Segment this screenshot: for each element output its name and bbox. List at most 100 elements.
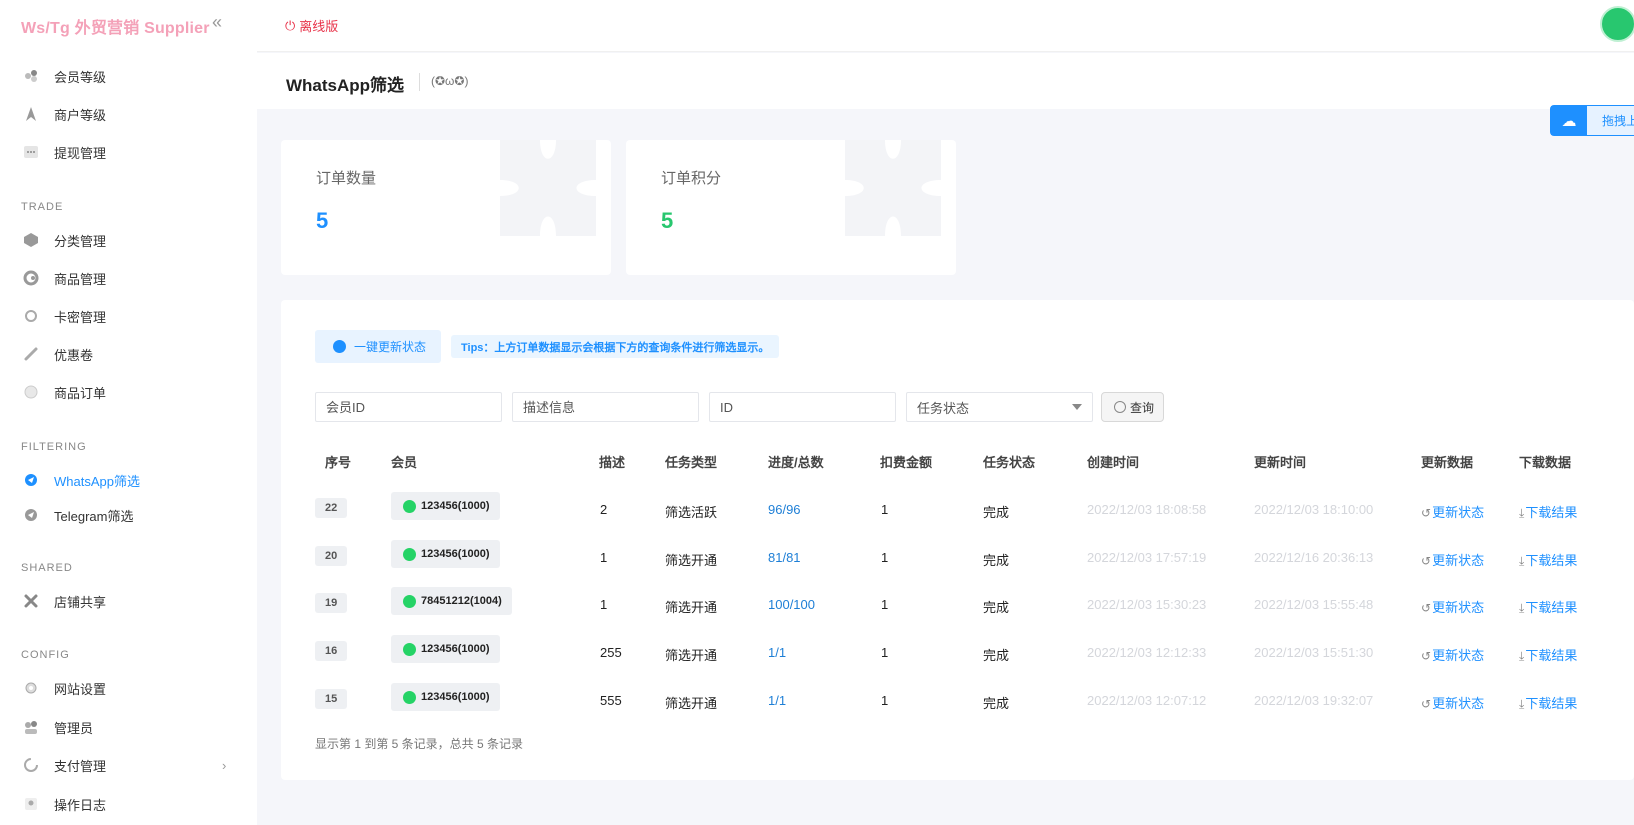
download-icon: ⤓ [1519,649,1525,663]
sidebar-item-coupons[interactable]: 优惠卷 [0,339,257,369]
chevron-right-icon: › [222,757,227,773]
update-status-label: 更新状态 [1432,600,1485,615]
download-result-label: 下载结果 [1525,648,1578,663]
whatsapp-icon [403,594,416,608]
offline-label: 离线版 [299,19,339,34]
row-progress: 1/1 [768,693,787,708]
section-trade: TRADE [21,201,64,213]
refresh-icon [23,270,39,286]
row-id: 16 [315,641,348,661]
drag-upload-button[interactable]: ☁ 拖拽上 [1550,105,1634,136]
avatar[interactable] [1600,6,1634,42]
row-id: 15 [315,689,348,709]
rocket-icon [23,106,39,122]
sidebar-item-label: 支付管理 [54,758,107,774]
table-row: 20 123456(1000) 1 筛选开通 81/81 1 完成 2022/1… [281,535,1634,583]
sidebar-item-label: 卡密管理 [54,309,107,325]
download-result-link[interactable]: ⤓下载结果 [1519,597,1577,616]
sidebar-item-admins[interactable]: 管理员 [0,712,257,742]
member-badge: 123456(1000) [391,683,500,711]
sidebar-item-member-level[interactable]: 会员等级 [0,61,257,91]
download-result-link[interactable]: ⤓下载结果 [1519,693,1577,712]
gear-icon [23,308,39,324]
query-label: 查询 [1130,400,1155,415]
row-created: 2022/12/03 12:07:12 [1087,693,1207,708]
sidebar-item-cardkeys[interactable]: 卡密管理 [0,301,257,331]
row-id: 19 [315,593,348,613]
download-result-link[interactable]: ⤓下载结果 [1519,550,1577,569]
update-all-status-button[interactable]: 一键更新状态 [315,330,441,363]
table-row: 15 123456(1000) 555 筛选开通 1/1 1 完成 2022/1… [281,678,1634,726]
task-status-select[interactable]: 任务状态 [906,392,1093,422]
column-header-desc: 描述 [599,455,626,470]
sidebar-item-payment[interactable]: 支付管理 › [0,750,257,780]
sidebar-item-products[interactable]: 商品管理 [0,263,257,293]
sidebar-item-merchant-level[interactable]: 商户等级 [0,99,257,129]
member-label: 123456(1000) [421,643,490,655]
collapse-sidebar-icon[interactable]: « [212,12,222,33]
update-status-label: 更新状态 [1432,505,1485,520]
update-status-link[interactable]: ↺更新状态 [1421,502,1484,521]
download-result-link[interactable]: ⤓下载结果 [1519,502,1577,521]
sidebar-item-shop-share[interactable]: 店铺共享 [0,586,257,616]
update-all-label: 一键更新状态 [354,340,427,354]
sidebar-item-category[interactable]: 分类管理 [0,225,257,255]
update-status-label: 更新状态 [1432,648,1485,663]
sidebar-item-withdraw[interactable]: 提现管理 [0,137,257,167]
download-result-label: 下载结果 [1525,696,1578,711]
stat-label: 订单数量 [316,170,377,187]
sidebar-item-whatsapp-filter[interactable]: WhatsApp筛选 [0,465,257,495]
column-header-progress: 进度/总数 [768,455,824,470]
row-desc: 255 [600,645,622,660]
member-label: 78451212(1004) [421,595,502,607]
query-button[interactable]: 查询 [1101,392,1164,422]
download-result-label: 下载结果 [1525,505,1578,520]
column-header-created: 创建时间 [1087,455,1140,470]
column-header-update-data: 更新数据 [1421,455,1474,470]
gear-icon [23,680,39,696]
sidebar-item-site-settings[interactable]: 网站设置 [0,673,257,703]
download-result-link[interactable]: ⤓下载结果 [1519,645,1577,664]
sidebar-item-telegram-filter[interactable]: Telegram筛选 [0,500,257,530]
row-fee: 1 [881,645,889,660]
column-header-download-data: 下载数据 [1519,455,1572,470]
undo-icon: ↺ [1421,697,1432,711]
sidebar-item-label: 店铺共享 [54,594,107,610]
row-updated: 2022/12/16 20:36:13 [1254,550,1374,565]
sidebar-item-label: 商品订单 [54,385,107,401]
sidebar-item-label: Telegram筛选 [54,508,134,524]
page-title: WhatsApp筛选 [286,76,405,95]
description-input[interactable] [512,392,699,422]
row-updated: 2022/12/03 18:10:00 [1254,502,1374,517]
row-fee: 1 [881,693,889,708]
titlebar: WhatsApp筛选 (✪ω✪) [257,53,1634,109]
download-icon: ⤓ [1519,506,1525,520]
title-divider [419,73,420,91]
column-header-index: 序号 [325,455,352,470]
update-status-link[interactable]: ↺更新状态 [1421,645,1484,664]
cube-icon [23,232,39,248]
whatsapp-icon [403,499,416,513]
whatsapp-icon [403,642,416,656]
row-id: 20 [315,546,348,566]
dots-icon [23,144,39,160]
row-updated: 2022/12/03 19:32:07 [1254,693,1374,708]
main-panel: 一键更新状态 Tips：上方订单数据显示会根据下方的查询条件进行筛选显示。 任务… [281,300,1634,780]
row-progress: 100/100 [768,597,815,612]
member-id-input[interactable] [315,392,502,422]
sidebar-item-label: 网站设置 [54,681,107,697]
row-id: 22 [315,498,348,518]
cross-icon [23,593,39,609]
row-progress: 1/1 [768,645,787,660]
update-status-link[interactable]: ↺更新状态 [1421,550,1484,569]
update-status-link[interactable]: ↺更新状态 [1421,693,1484,712]
sidebar-item-orders[interactable]: 商品订单 [0,377,257,407]
update-status-link[interactable]: ↺更新状态 [1421,597,1484,616]
id-input[interactable] [709,392,896,422]
stat-label: 订单积分 [661,170,722,187]
offline-badge[interactable]: ⏻ 离线版 [285,16,338,35]
member-label: 123456(1000) [421,500,490,512]
user-icon [23,796,39,812]
plug-icon: ⏻ [285,17,296,33]
sidebar-item-logs[interactable]: 操作日志 [0,789,257,819]
